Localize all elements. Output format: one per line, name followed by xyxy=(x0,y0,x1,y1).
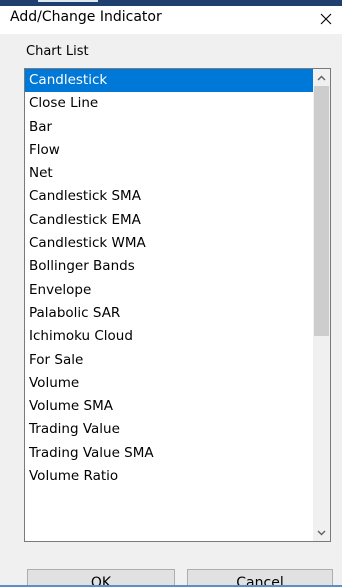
chart-list-item[interactable]: Envelope xyxy=(25,279,313,302)
chart-list-item[interactable]: Bar xyxy=(25,116,313,139)
chart-list-item[interactable]: Net xyxy=(25,162,313,185)
chart-list-items: Candlestick Close Line Bar Flow Net Candlesti… xyxy=(25,69,313,512)
scroll-down-button[interactable] xyxy=(313,524,330,541)
chart-list-item[interactable]: For Sale xyxy=(25,349,313,372)
chart-list-item[interactable]: Bollinger Bands xyxy=(25,255,313,278)
chart-list-item[interactable]: Candlestick WMA xyxy=(25,232,313,255)
chart-list-item[interactable]: Palabolic SAR xyxy=(25,302,313,325)
chart-list-item[interactable]: Trading Value SMA xyxy=(25,442,313,465)
chevron-down-icon xyxy=(317,530,326,535)
chart-list-item[interactable]: Candlestick xyxy=(25,69,313,93)
chart-list-item[interactable]: Trading Value xyxy=(25,418,313,441)
chart-list-item[interactable] xyxy=(25,488,313,511)
dialog-titlebar[interactable]: Add/Change Indicator xyxy=(0,6,342,34)
scroll-thumb[interactable] xyxy=(314,86,329,336)
chart-list-item[interactable]: Candlestick SMA xyxy=(25,185,313,208)
chevron-up-icon xyxy=(317,75,326,80)
chart-list-item[interactable]: Ichimoku Cloud xyxy=(25,325,313,348)
chart-list-item[interactable]: Volume SMA xyxy=(25,395,313,418)
vertical-scrollbar[interactable] xyxy=(313,69,330,541)
chart-list-item[interactable]: Flow xyxy=(25,139,313,162)
chart-list-item[interactable]: Close Line xyxy=(25,92,313,115)
chart-list-item[interactable]: Candlestick EMA xyxy=(25,209,313,232)
dialog-title: Add/Change Indicator xyxy=(10,9,162,25)
chart-list-item[interactable]: Volume Ratio xyxy=(25,465,313,488)
close-icon xyxy=(320,13,332,25)
close-button[interactable] xyxy=(314,7,338,31)
parent-window-strip-text xyxy=(38,0,98,2)
scroll-up-button[interactable] xyxy=(313,69,330,86)
dialog-body: Chart List Candlestick Close Line Bar Flow N… xyxy=(0,34,342,587)
chart-list-label: Chart List xyxy=(26,44,89,59)
chart-list-item[interactable]: Volume xyxy=(25,372,313,395)
chart-listbox[interactable]: Candlestick Close Line Bar Flow Net Candlesti… xyxy=(24,68,331,542)
